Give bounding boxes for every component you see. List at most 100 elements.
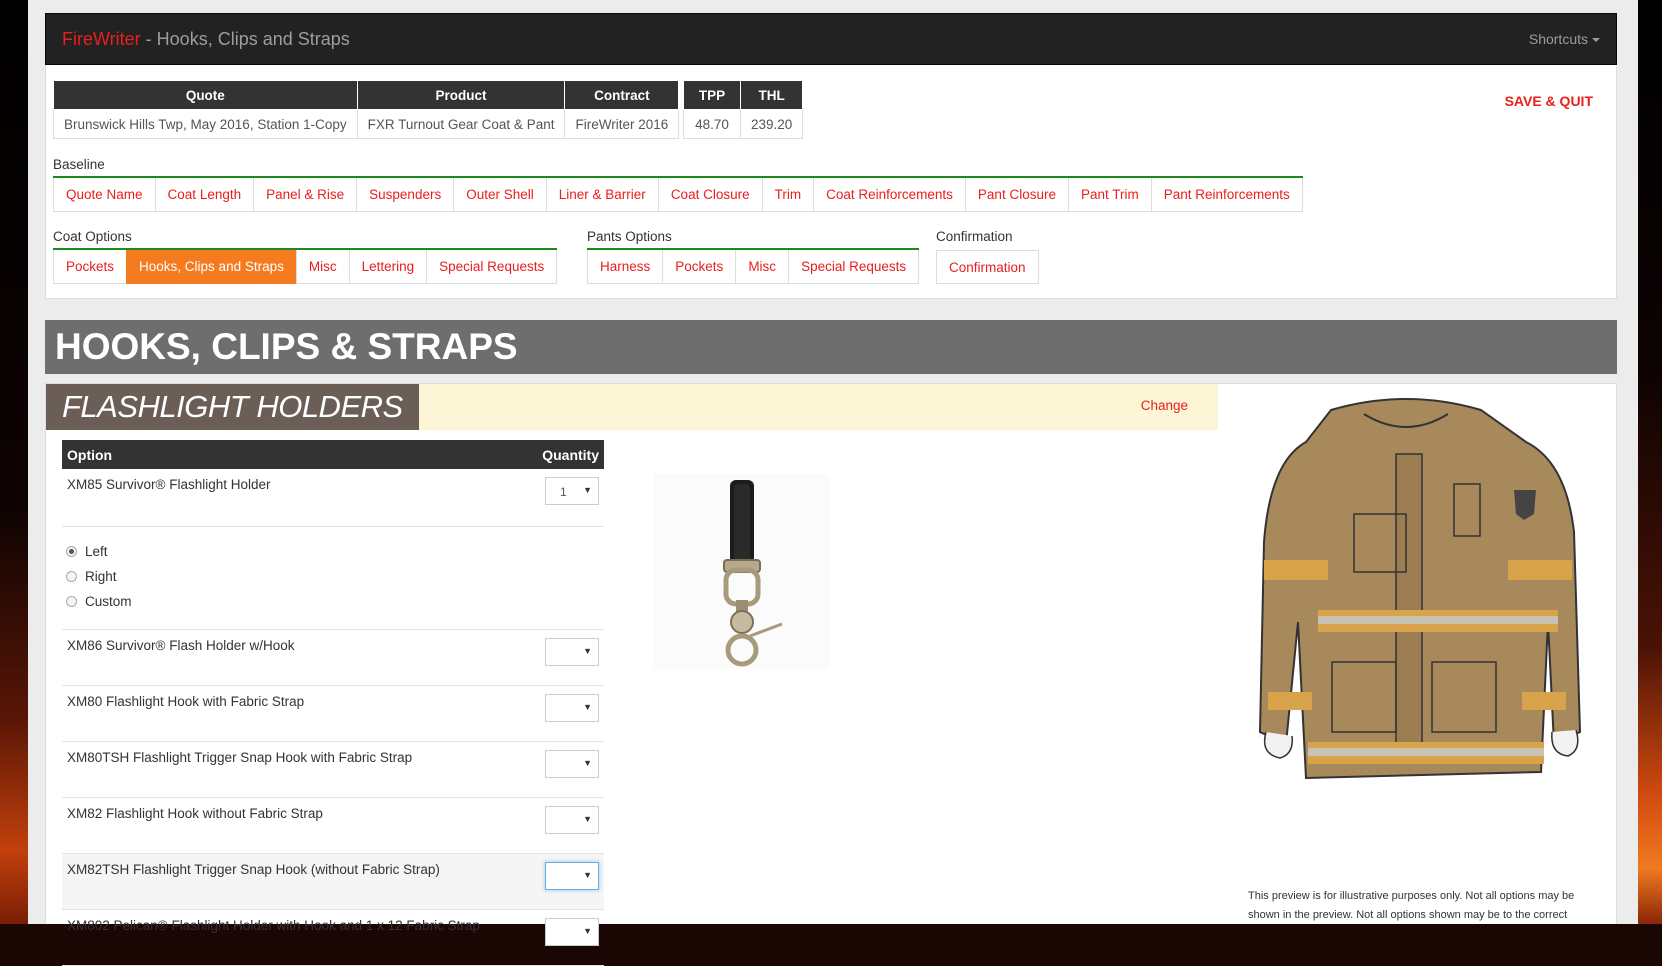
quote-info-table: Quote Product Contract Brunswick Hills T…	[53, 80, 680, 139]
select-arrow-icon: ▼	[583, 870, 592, 880]
pants-options-label: Pants Options	[587, 229, 672, 244]
radio-left[interactable]: Left	[66, 544, 108, 559]
tab-pant-closure[interactable]: Pant Closure	[964, 178, 1069, 212]
tab-hooks-clips-straps[interactable]: Hooks, Clips and Straps	[126, 250, 297, 284]
tab-coat-reinforcements[interactable]: Coat Reinforcements	[813, 178, 966, 212]
preview-disclaimer: This preview is for illustrative purpose…	[1248, 890, 1575, 921]
radio-button-icon[interactable]	[66, 545, 77, 557]
tab-panel-rise[interactable]: Panel & Rise	[253, 178, 358, 212]
quote-value: Brunswick Hills Twp, May 2016, Station 1…	[53, 109, 358, 139]
option-name: XM802 Pelican® Flashlight Holder with Ho…	[67, 918, 480, 933]
table-row: XM82 Flashlight Hook without Fabric Stra…	[62, 798, 604, 854]
tab-pant-reinforcements[interactable]: Pant Reinforcements	[1150, 178, 1303, 212]
coat-preview-image	[1236, 392, 1582, 787]
caret-down-icon	[1592, 38, 1600, 43]
table-row: XM80TSH Flashlight Trigger Snap Hook wit…	[62, 742, 604, 798]
thl-value: 239.20	[739, 109, 804, 139]
option-name: XM82TSH Flashlight Trigger Snap Hook (wi…	[67, 862, 440, 877]
select-arrow-icon: ▼	[583, 926, 592, 936]
quantity-select[interactable]: ▼	[545, 638, 599, 666]
tab-coat-length[interactable]: Coat Length	[154, 178, 255, 212]
radio-label: Custom	[85, 594, 132, 609]
quantity-column-header: Quantity	[542, 447, 599, 463]
quantity-select[interactable]: ▼	[545, 750, 599, 778]
shortcuts-label: Shortcuts	[1528, 31, 1588, 47]
pants-options-tabs: Harness Pockets Misc Special Requests	[587, 248, 920, 284]
subsection-title: FLASHLIGHT HOLDERS	[46, 384, 419, 430]
radio-right[interactable]: Right	[66, 569, 117, 584]
page-name: - Hooks, Clips and Straps	[140, 29, 350, 49]
tpp-value: 48.70	[683, 109, 741, 139]
contract-value: FireWriter 2016	[564, 109, 680, 139]
option-column-header: Option	[67, 447, 113, 463]
tab-coat-special-requests[interactable]: Special Requests	[426, 250, 558, 284]
subsection-bar: FLASHLIGHT HOLDERS Change	[46, 384, 1218, 430]
tab-pants-misc[interactable]: Misc	[735, 250, 790, 284]
tab-coat-misc[interactable]: Misc	[295, 250, 350, 284]
save-quit-button[interactable]: SAVE & QUIT	[1505, 93, 1593, 109]
tab-confirmation[interactable]: Confirmation	[936, 250, 1039, 284]
baseline-label: Baseline	[53, 157, 105, 172]
tab-coat-closure[interactable]: Coat Closure	[657, 178, 763, 212]
select-arrow-icon: ▼	[583, 485, 592, 495]
tab-harness[interactable]: Harness	[587, 250, 664, 284]
content-area: FLASHLIGHT HOLDERS Change Option Quantit…	[45, 383, 1617, 966]
radio-button-icon[interactable]	[66, 595, 77, 607]
product-header: Product	[356, 80, 566, 110]
option-name: XM80TSH Flashlight Trigger Snap Hook wit…	[67, 750, 413, 765]
radio-label: Right	[85, 569, 117, 584]
table-row: XM82TSH Flashlight Trigger Snap Hook (wi…	[62, 854, 604, 910]
option-name: XM80 Flashlight Hook with Fabric Strap	[67, 694, 305, 709]
option-name: XM86 Survivor® Flash Holder w/Hook	[67, 638, 295, 653]
quantity-select[interactable]: ▼	[545, 694, 599, 722]
tab-pants-pockets[interactable]: Pockets	[662, 250, 737, 284]
change-link[interactable]: Change	[1141, 398, 1188, 413]
tab-outer-shell[interactable]: Outer Shell	[453, 178, 547, 212]
quantity-select[interactable]: ▼	[545, 806, 599, 834]
tab-pant-trim[interactable]: Pant Trim	[1067, 178, 1152, 212]
quote-header: Quote	[53, 80, 358, 110]
option-name: XM85 Survivor® Flashlight Holder	[67, 477, 271, 492]
quantity-select[interactable]: ▼	[545, 918, 599, 946]
select-arrow-icon: ▼	[583, 758, 592, 768]
quote-panel: Quote Product Contract Brunswick Hills T…	[45, 65, 1617, 299]
radio-custom[interactable]: Custom	[66, 594, 132, 609]
confirmation-label: Confirmation	[936, 229, 1013, 244]
tab-suspenders[interactable]: Suspenders	[356, 178, 455, 212]
tab-pants-special-requests[interactable]: Special Requests	[788, 250, 920, 284]
select-arrow-icon: ▼	[583, 646, 592, 656]
radio-label: Left	[85, 544, 108, 559]
baseline-tabs: Quote Name Coat Length Panel & Rise Susp…	[53, 176, 1303, 212]
option-name: XM82 Flashlight Hook without Fabric Stra…	[67, 806, 323, 821]
coat-options-tabs: Pockets Hooks, Clips and Straps Misc Let…	[53, 248, 558, 284]
confirmation-tabs: Confirmation	[936, 248, 1039, 284]
select-arrow-icon: ▼	[583, 702, 592, 712]
flashlight-holder-image	[654, 474, 829, 669]
options-table-header: Option Quantity	[62, 440, 604, 469]
app-title[interactable]: FireWriter - Hooks, Clips and Straps	[62, 29, 350, 50]
select-arrow-icon: ▼	[583, 814, 592, 824]
table-row: XM86 Survivor® Flash Holder w/Hook ▼	[62, 630, 604, 686]
metrics-table: TPP THL 48.70 239.20	[683, 80, 804, 139]
coat-options-label: Coat Options	[53, 229, 132, 244]
tpp-header: TPP	[683, 80, 741, 110]
table-row: XM80 Flashlight Hook with Fabric Strap ▼	[62, 686, 604, 742]
contract-header: Contract	[564, 80, 680, 110]
tab-quote-name[interactable]: Quote Name	[53, 178, 156, 212]
product-value: FXR Turnout Gear Coat & Pant	[356, 109, 566, 139]
table-row: XM85 Survivor® Flashlight Holder 1 ▼	[62, 469, 604, 527]
tab-lettering[interactable]: Lettering	[348, 250, 428, 284]
brand-name[interactable]: FireWriter	[62, 29, 141, 49]
quantity-select[interactable]: 1 ▼	[545, 477, 599, 505]
thl-header: THL	[739, 80, 804, 110]
tab-coat-pockets[interactable]: Pockets	[53, 250, 128, 284]
top-navbar: FireWriter - Hooks, Clips and Straps Sho…	[45, 13, 1617, 65]
shortcuts-dropdown[interactable]: Shortcuts	[1529, 31, 1600, 47]
tab-trim[interactable]: Trim	[761, 178, 815, 212]
quantity-value: 1	[560, 485, 567, 499]
radio-button-icon[interactable]	[66, 570, 77, 582]
tab-liner-barrier[interactable]: Liner & Barrier	[545, 178, 659, 212]
section-title: HOOKS, CLIPS & STRAPS	[45, 320, 1617, 374]
table-row: XM802 Pelican® Flashlight Holder with Ho…	[62, 910, 604, 966]
quantity-select[interactable]: ▼	[545, 862, 599, 890]
